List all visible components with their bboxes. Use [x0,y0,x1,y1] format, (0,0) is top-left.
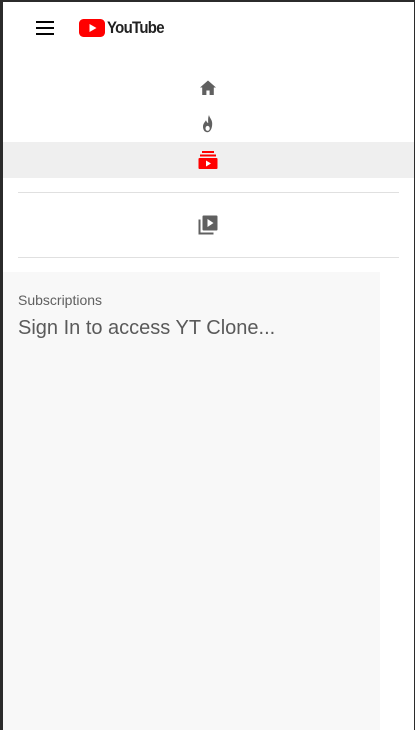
youtube-play-logo-icon [79,19,105,37]
top-bar: YouTube [3,2,414,54]
nav-item-trending[interactable] [196,112,220,136]
menu-button[interactable] [33,18,57,38]
nav-divider-bottom [18,257,399,258]
logo-text: YouTube [107,18,165,37]
video-library-icon [198,215,218,235]
sign-in-message: Sign In to access YT Clone... [18,317,276,339]
nav-divider-top [18,192,399,193]
nav-item-home[interactable] [196,76,220,100]
app-window: YouTube Subscriptions Sign In to access … [3,2,414,730]
fire-icon [203,115,213,133]
hamburger-menu-icon [36,21,54,35]
subscriptions-panel: Subscriptions Sign In to access YT Clone… [3,272,380,730]
nav-item-library[interactable] [196,213,220,237]
youtube-logo[interactable]: YouTube [79,17,172,39]
subscriptions-icon-wrap [196,148,220,172]
subscriptions-icon [198,151,218,169]
nav-item-subscriptions[interactable] [3,142,414,178]
home-icon [200,80,216,95]
subscriptions-heading: Subscriptions [18,292,103,308]
